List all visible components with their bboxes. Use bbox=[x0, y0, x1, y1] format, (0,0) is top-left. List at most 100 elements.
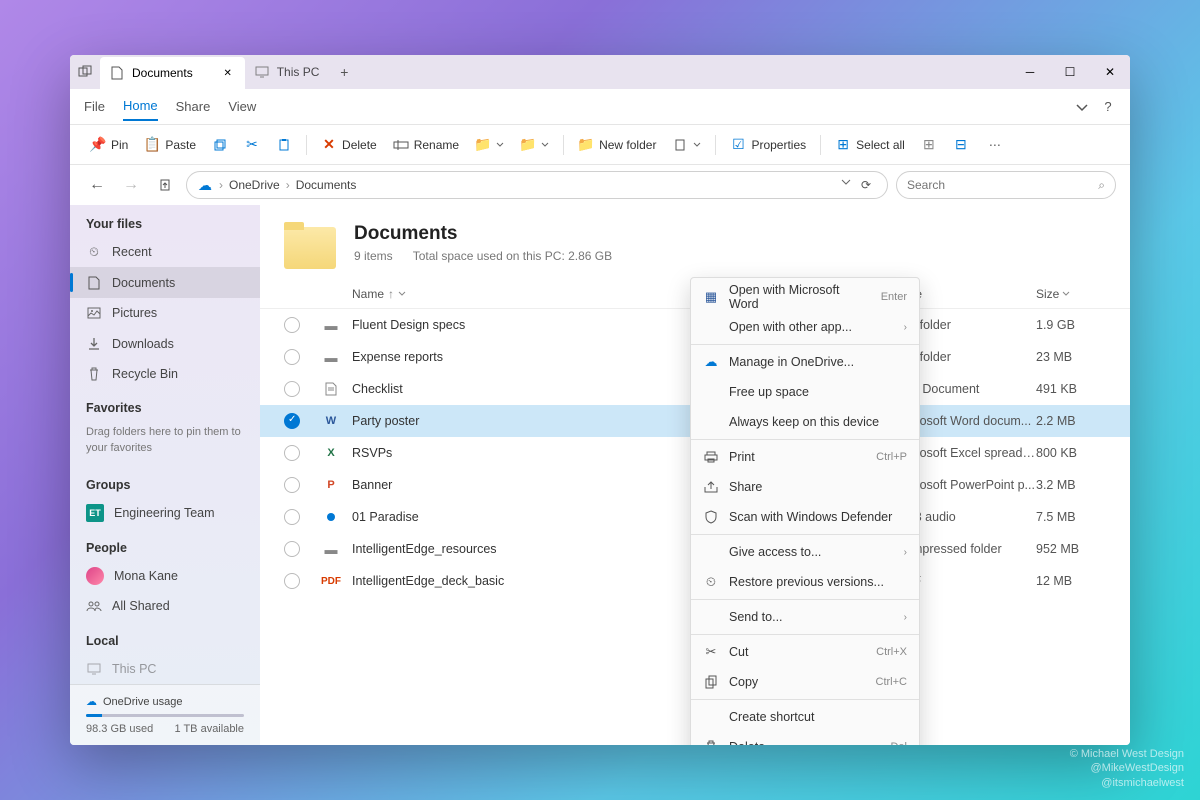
ctx-restore[interactable]: ⏲Restore previous versions... bbox=[691, 567, 919, 597]
refresh-icon[interactable]: ⟳ bbox=[861, 178, 871, 192]
cut-icon: ✂ bbox=[244, 137, 260, 153]
menu-share[interactable]: Share bbox=[176, 93, 211, 120]
collapse-ribbon-icon[interactable] bbox=[1074, 99, 1090, 115]
ctx-manage-onedrive[interactable]: ☁Manage in OneDrive... bbox=[691, 347, 919, 377]
back-button[interactable]: ← bbox=[84, 172, 110, 198]
row-checkbox[interactable] bbox=[284, 573, 300, 589]
ctx-always-keep[interactable]: Always keep on this device bbox=[691, 407, 919, 437]
row-checkbox[interactable] bbox=[284, 413, 300, 429]
cut-button[interactable]: ✂ bbox=[238, 133, 266, 157]
copy-button[interactable] bbox=[206, 133, 234, 157]
search-box[interactable]: ⌕ bbox=[896, 171, 1116, 199]
row-checkbox[interactable] bbox=[284, 477, 300, 493]
search-input[interactable] bbox=[907, 178, 1098, 192]
copyto-icon: 📁 bbox=[520, 137, 536, 153]
word-icon: ▦ bbox=[703, 289, 719, 305]
select-none-button[interactable]: ⊞ bbox=[915, 133, 943, 157]
sidebar-item-recyclebin[interactable]: Recycle Bin bbox=[70, 359, 260, 389]
search-icon[interactable]: ⌕ bbox=[1098, 178, 1105, 193]
sidebar: Your files ⏲Recent Documents Pictures Do… bbox=[70, 205, 260, 745]
row-checkbox[interactable] bbox=[284, 381, 300, 397]
monitor-icon bbox=[255, 65, 269, 79]
ctx-open-other[interactable]: Open with other app...› bbox=[691, 312, 919, 342]
menu-view[interactable]: View bbox=[228, 93, 256, 120]
menu-file[interactable]: File bbox=[84, 93, 105, 120]
new-folder-button[interactable]: 📁New folder bbox=[572, 133, 662, 157]
ctx-print[interactable]: PrintCtrl+P bbox=[691, 442, 919, 472]
tab-documents[interactable]: Documents ✕ bbox=[100, 57, 245, 89]
col-name-header[interactable]: Name ↑ bbox=[352, 287, 716, 301]
shield-icon bbox=[703, 509, 719, 525]
new-tab-button[interactable]: + bbox=[329, 64, 359, 80]
close-icon[interactable]: ✕ bbox=[221, 66, 235, 80]
tab-label: Documents bbox=[132, 66, 193, 80]
ctx-free-up[interactable]: Free up space bbox=[691, 377, 919, 407]
section-favorites: Favorites bbox=[70, 389, 260, 421]
properties-button[interactable]: ☑Properties bbox=[724, 133, 812, 157]
ctx-copy[interactable]: CopyCtrl+C bbox=[691, 667, 919, 697]
row-checkbox[interactable] bbox=[284, 317, 300, 333]
file-name: IntelligentEdge_resources bbox=[352, 542, 716, 556]
sidebar-item-allshared[interactable]: All Shared bbox=[70, 591, 260, 621]
sort-asc-icon: ↑ bbox=[388, 287, 394, 301]
col-size-header[interactable]: Size bbox=[1036, 287, 1106, 301]
invert-selection-button[interactable]: ⊟ bbox=[947, 133, 975, 157]
ctx-open-word[interactable]: ▦Open with Microsoft WordEnter bbox=[691, 282, 919, 312]
ctx-scan[interactable]: Scan with Windows Defender bbox=[691, 502, 919, 532]
ctx-send-to[interactable]: Send to...› bbox=[691, 602, 919, 632]
breadcrumb-folder[interactable]: Documents bbox=[296, 178, 357, 192]
maximize-button[interactable]: ☐ bbox=[1050, 55, 1090, 89]
row-checkbox[interactable] bbox=[284, 445, 300, 461]
sidebar-item-person[interactable]: Mona Kane bbox=[70, 561, 260, 591]
chevron-down-icon[interactable] bbox=[398, 290, 406, 298]
paste-icon: 📋 bbox=[144, 137, 160, 153]
cut-icon: ✂ bbox=[703, 644, 719, 660]
row-checkbox[interactable] bbox=[284, 541, 300, 557]
ctx-cut[interactable]: ✂CutCtrl+X bbox=[691, 637, 919, 667]
file-name: Fluent Design specs bbox=[352, 318, 716, 332]
onedrive-icon: ☁ bbox=[197, 177, 213, 193]
close-button[interactable]: ✕ bbox=[1090, 55, 1130, 89]
forward-button[interactable]: → bbox=[118, 172, 144, 198]
file-type-icon bbox=[322, 508, 340, 526]
pin-button[interactable]: 📌Pin bbox=[84, 133, 134, 157]
sidebar-item-documents[interactable]: Documents bbox=[70, 267, 260, 297]
download-icon bbox=[86, 336, 102, 352]
row-checkbox[interactable] bbox=[284, 349, 300, 365]
chevron-down-icon[interactable] bbox=[1062, 290, 1070, 298]
paste-button[interactable]: 📋Paste bbox=[138, 133, 202, 157]
tab-actions-icon[interactable] bbox=[70, 65, 100, 79]
sidebar-item-downloads[interactable]: Downloads bbox=[70, 328, 260, 358]
new-item-button[interactable] bbox=[666, 133, 707, 157]
sidebar-item-pictures[interactable]: Pictures bbox=[70, 298, 260, 328]
menu-home[interactable]: Home bbox=[123, 92, 158, 121]
up-button[interactable] bbox=[152, 172, 178, 198]
delete-button[interactable]: ✕Delete bbox=[315, 133, 383, 157]
select-all-button[interactable]: ⊞Select all bbox=[829, 133, 911, 157]
ctx-share[interactable]: Share bbox=[691, 472, 919, 502]
chevron-down-icon[interactable] bbox=[841, 178, 851, 192]
more-button[interactable]: ⋯ bbox=[983, 134, 1009, 156]
copy-to-button[interactable]: 📁 bbox=[514, 133, 555, 157]
selectnone-icon: ⊞ bbox=[921, 137, 937, 153]
row-checkbox[interactable] bbox=[284, 509, 300, 525]
ctx-give-access[interactable]: Give access to...› bbox=[691, 537, 919, 567]
print-icon bbox=[703, 449, 719, 465]
copy-path-button[interactable] bbox=[270, 133, 298, 157]
properties-icon: ☑ bbox=[730, 137, 746, 153]
toolbar: 📌Pin 📋Paste ✂ ✕Delete Rename 📁 📁 📁New fo… bbox=[70, 125, 1130, 165]
ctx-delete[interactable]: DeleteDel bbox=[691, 732, 919, 745]
rename-button[interactable]: Rename bbox=[387, 133, 465, 157]
copy-icon bbox=[703, 674, 719, 690]
help-icon[interactable]: ? bbox=[1100, 99, 1116, 115]
breadcrumb[interactable]: ☁ › OneDrive › Documents ⟳ bbox=[186, 171, 888, 199]
sidebar-item-engteam[interactable]: ETEngineering Team bbox=[70, 498, 260, 528]
ctx-create-shortcut[interactable]: Create shortcut bbox=[691, 702, 919, 732]
tab-this-pc[interactable]: This PC bbox=[245, 56, 330, 88]
chevron-right-icon: › bbox=[904, 547, 907, 558]
move-to-button[interactable]: 📁 bbox=[469, 133, 510, 157]
breadcrumb-root[interactable]: OneDrive bbox=[229, 178, 280, 192]
minimize-button[interactable]: ─ bbox=[1010, 55, 1050, 89]
sidebar-item-thispc[interactable]: This PC bbox=[70, 654, 260, 684]
sidebar-item-recent[interactable]: ⏲Recent bbox=[70, 237, 260, 267]
